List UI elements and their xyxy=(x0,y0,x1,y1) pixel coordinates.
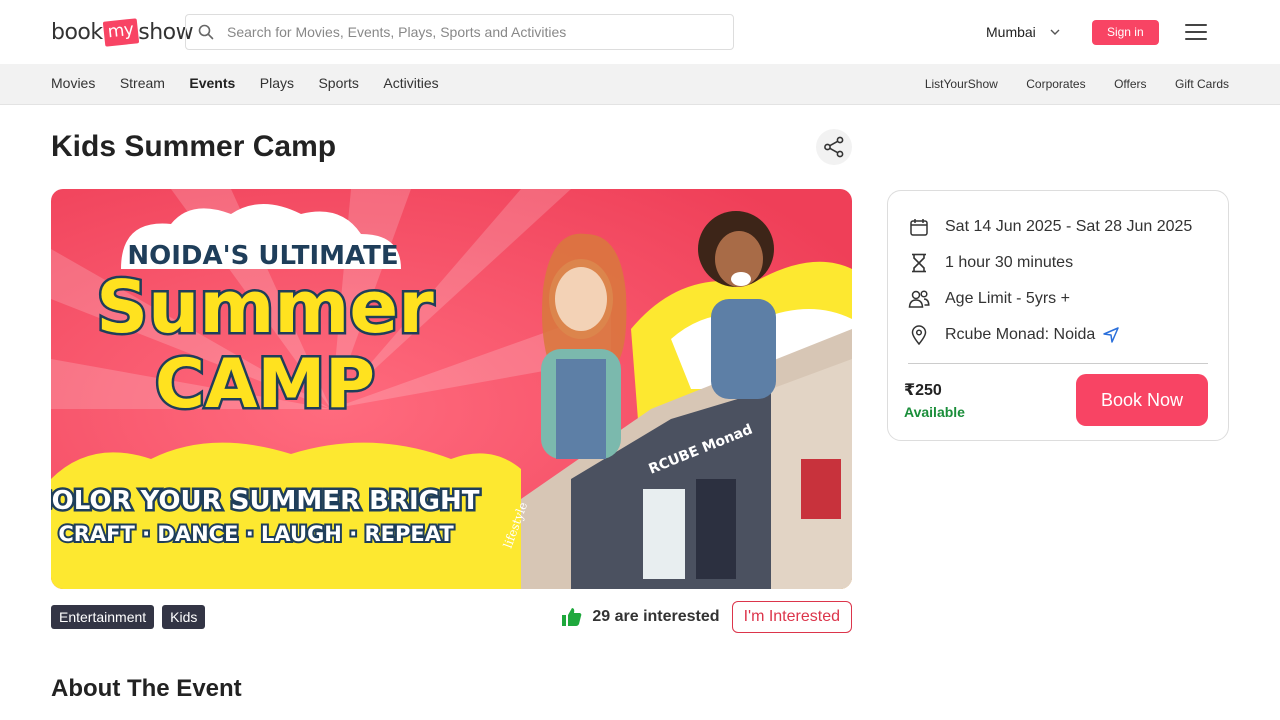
event-venue[interactable]: Rcube Monad: Noida xyxy=(908,317,1208,353)
nav-gift-cards[interactable]: Gift Cards xyxy=(1175,77,1229,91)
event-age-limit: Age Limit - 5yrs + xyxy=(908,281,1208,317)
search-icon xyxy=(198,24,214,40)
availability-status: Available xyxy=(904,404,965,420)
search-bar[interactable] xyxy=(185,14,734,50)
event-banner-image: RCUBE Monad lifestyle NOIDA'S ULTIMATE S… xyxy=(51,189,852,589)
im-interested-button[interactable]: I'm Interested xyxy=(731,601,852,633)
card-divider xyxy=(908,363,1208,364)
nav-corporates[interactable]: Corporates xyxy=(1026,77,1085,91)
nav-list-your-show[interactable]: ListYourShow xyxy=(925,77,998,91)
city-selector[interactable]: Mumbai xyxy=(986,24,1060,40)
nav-events[interactable]: Events xyxy=(189,75,235,91)
banner-line2: Summer xyxy=(96,265,434,349)
logo-text-my: my xyxy=(102,17,139,47)
event-title: Kids Summer Camp xyxy=(51,130,337,163)
location-pin-icon xyxy=(908,324,930,346)
search-input[interactable] xyxy=(227,24,707,40)
event-duration: 1 hour 30 minutes xyxy=(908,245,1208,281)
nav-sports[interactable]: Sports xyxy=(318,75,358,91)
sign-in-button[interactable]: Sign in xyxy=(1091,19,1159,45)
nav-stream[interactable]: Stream xyxy=(120,75,165,91)
banner-line3: CAMP xyxy=(155,345,375,424)
share-button[interactable] xyxy=(816,129,852,165)
city-name: Mumbai xyxy=(986,24,1036,40)
bookmyshow-logo[interactable]: book my show xyxy=(51,17,194,47)
calendar-icon xyxy=(908,216,930,238)
navigate-arrow-icon[interactable] xyxy=(1103,327,1120,343)
category-nav: Movies Stream Events Plays Sports Activi… xyxy=(0,64,1280,105)
nav-movies[interactable]: Movies xyxy=(51,75,95,91)
event-age-text: Age Limit - 5yrs + xyxy=(945,290,1070,307)
tag-entertainment[interactable]: Entertainment xyxy=(51,605,155,629)
share-icon xyxy=(824,136,844,158)
about-heading: About The Event xyxy=(51,675,242,702)
thumbs-up-icon xyxy=(562,608,582,626)
interested-count: 29 are interested xyxy=(592,608,720,625)
nav-offers[interactable]: Offers xyxy=(1114,77,1146,91)
nav-activities[interactable]: Activities xyxy=(383,75,438,91)
event-main: Kids Summer Camp RCUBE Monad lifestyle N… xyxy=(0,105,1280,703)
event-dates-text: Sat 14 Jun 2025 - Sat 28 Jun 2025 xyxy=(945,218,1193,235)
nav-plays[interactable]: Plays xyxy=(260,75,294,91)
ticket-price: ₹250 xyxy=(904,382,942,399)
tag-kids[interactable]: Kids xyxy=(162,605,206,629)
book-now-button[interactable]: Book Now xyxy=(1076,374,1208,426)
hamburger-menu-icon[interactable] xyxy=(1184,24,1207,40)
event-duration-text: 1 hour 30 minutes xyxy=(945,254,1074,271)
booking-card: Sat 14 Jun 2025 - Sat 28 Jun 2025 1 hour… xyxy=(887,190,1229,441)
people-icon xyxy=(908,288,930,310)
top-header: bookmyshow Mumbai Sign in xyxy=(0,0,1280,64)
hourglass-icon xyxy=(908,252,930,274)
event-venue-text[interactable]: Rcube Monad: Noida xyxy=(945,326,1095,344)
banner-line5: CRAFT · DANCE · LAUGH · REPEAT xyxy=(58,522,454,546)
chevron-down-icon xyxy=(1050,29,1060,35)
banner-line4: COLOR YOUR SUMMER BRIGHT xyxy=(51,486,480,516)
logo-text-book: book xyxy=(51,19,103,45)
event-dates: Sat 14 Jun 2025 - Sat 28 Jun 2025 xyxy=(908,209,1208,245)
